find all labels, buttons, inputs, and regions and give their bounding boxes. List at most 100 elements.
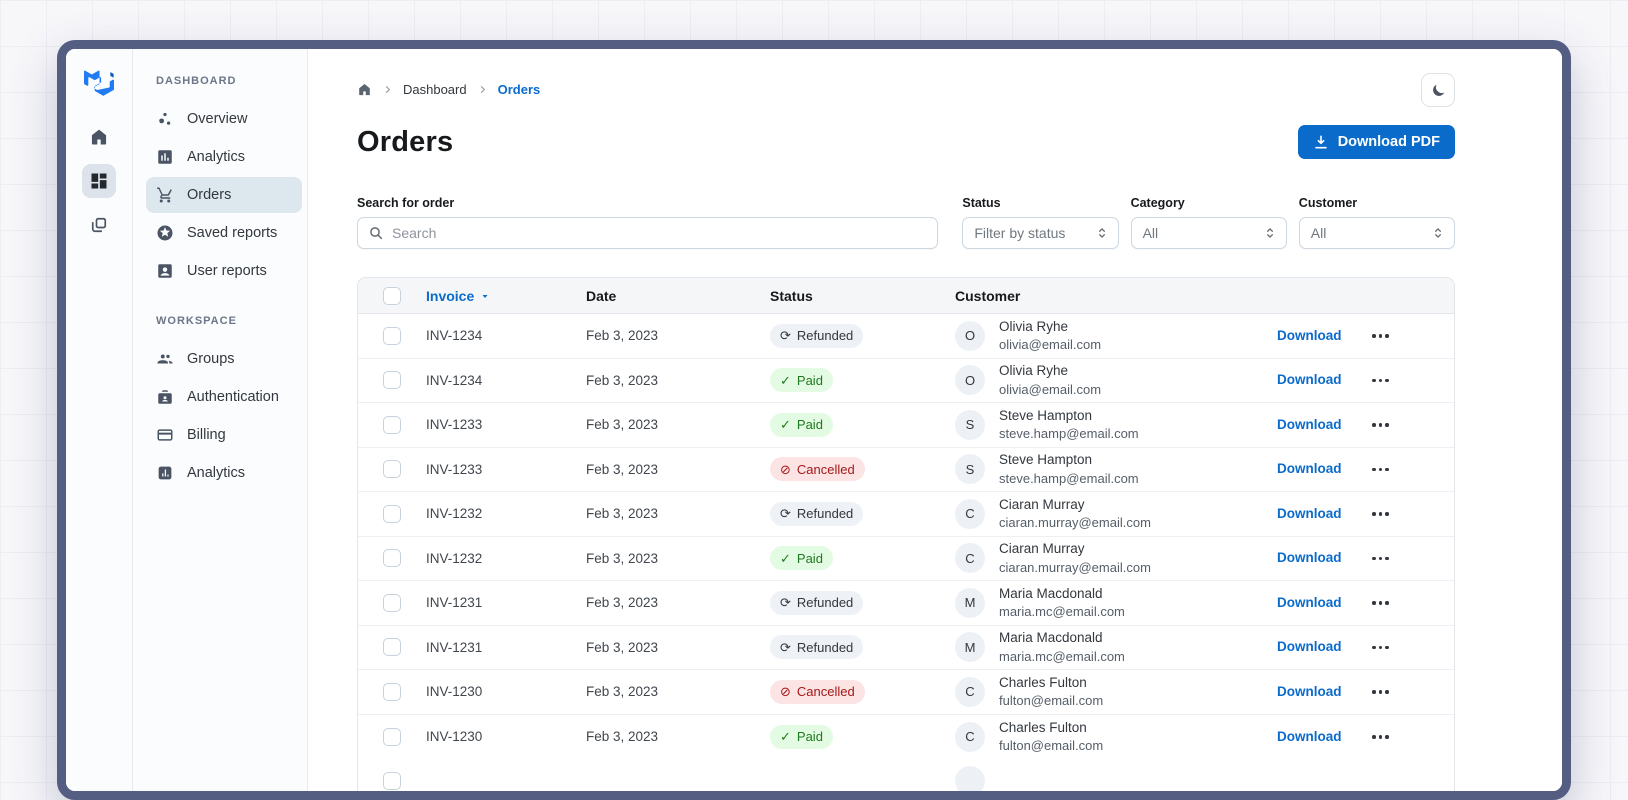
download-link[interactable]: Download [1277,550,1342,565]
column-header-date[interactable]: Date [586,288,770,304]
rail-layers-button[interactable] [82,208,116,242]
row-menu-button[interactable] [1357,467,1454,471]
row-checkbox[interactable] [383,371,401,390]
date-cell: Feb 3, 2023 [586,328,659,344]
breadcrumb-dashboard-link[interactable]: Dashboard [403,82,467,97]
row-checkbox[interactable] [383,460,401,479]
avatar: O [955,320,985,351]
download-link[interactable]: Download [1277,461,1342,476]
row-menu-button[interactable] [1357,690,1454,694]
invoice-cell: INV-1233 [426,417,483,433]
row-checkbox[interactable] [383,682,401,701]
sidebar-item-billing[interactable]: Billing [146,417,302,453]
date-cell: Feb 3, 2023 [586,372,659,388]
status-badge: ⟳ Refunded [770,635,864,660]
scrollbar[interactable] [1565,59,1569,79]
table-row: INV-1231 Feb 3, 2023 ⟳ Refunded M Maria … [358,581,1454,626]
row-menu-button[interactable] [1357,556,1454,560]
status-icon: ⟳ [780,639,791,655]
chevron-right-icon [382,84,393,95]
download-link[interactable]: Download [1277,328,1342,343]
sidebar-item-label: Analytics [187,465,246,481]
search-label: Search for order [357,196,455,210]
row-checkbox[interactable] [383,504,401,523]
download-link[interactable]: Download [1277,684,1342,699]
sidebar-item-orders[interactable]: Orders [146,177,302,213]
row-checkbox[interactable] [383,549,401,568]
download-link[interactable]: Download [1277,506,1342,521]
sidebar-item-analytics-workspace[interactable]: Analytics [146,455,302,491]
groups-icon [156,350,174,368]
credit-card-icon [156,426,174,444]
date-cell: Feb 3, 2023 [586,506,659,522]
download-link[interactable]: Download [1277,417,1342,432]
status-icon: ✓ [780,729,791,745]
customer-filter-select[interactable]: All [1298,217,1456,249]
category-filter-select[interactable]: All [1130,217,1287,249]
breadcrumb-home-icon[interactable] [357,82,372,97]
breadcrumb: Dashboard Orders [357,80,540,97]
download-link[interactable]: Download [1277,595,1342,610]
table-body: INV-1234 Feb 3, 2023 ⟳ Refunded O Olivia… [358,314,1454,759]
select-all-checkbox[interactable] [383,286,401,305]
row-menu-button[interactable] [1357,378,1454,382]
column-header-customer[interactable]: Customer [955,288,1277,304]
sidebar-item-overview[interactable]: Overview [146,101,302,137]
search-field[interactable] [392,225,928,241]
invoice-cell: INV-1230 [426,729,483,745]
sidebar-item-label: Analytics [187,149,246,165]
row-menu-button[interactable] [1357,645,1454,649]
customer-cell: O Olivia Ryhe olivia@email.com [955,318,1277,354]
search-input[interactable] [357,217,939,249]
table-row: INV-1234 Feb 3, 2023 ✓ Paid O Olivia Ryh… [358,358,1454,403]
row-checkbox[interactable] [383,415,401,434]
column-header-invoice[interactable]: Invoice [426,288,586,304]
download-link[interactable]: Download [1277,639,1342,654]
invoice-cell: INV-1231 [426,639,483,655]
table-row: INV-1232 Feb 3, 2023 ⟳ Refunded C Ciaran… [358,492,1454,537]
status-badge: ⊘ Cancelled [770,679,865,704]
sidebar-item-user-reports[interactable]: User reports [146,253,302,289]
dark-mode-toggle[interactable] [1421,73,1455,107]
sidebar-item-groups[interactable]: Groups [146,341,302,377]
sidebar-item-label: User reports [187,263,267,279]
column-header-status[interactable]: Status [770,288,955,304]
row-menu-button[interactable] [1357,601,1454,605]
row-menu-button[interactable] [1357,334,1454,338]
row-checkbox[interactable] [383,638,401,657]
row-checkbox[interactable] [383,326,401,345]
row-checkbox[interactable] [383,772,401,791]
category-filter-label: Category [1130,196,1185,210]
download-pdf-button[interactable]: Download PDF [1297,125,1455,159]
row-checkbox[interactable] [383,593,401,612]
customer-email: ciaran.murray@email.com [999,559,1151,575]
customer-email: maria.mc@email.com [999,648,1125,664]
status-icon: ⟳ [780,328,791,344]
row-menu-button[interactable] [1357,512,1454,516]
rail-home-button[interactable] [82,120,116,154]
customer-name: Maria Macdonald [999,585,1103,601]
avatar: C [955,721,985,752]
bar-chart-icon [156,148,174,166]
status-filter-select[interactable]: Filter by status [962,217,1119,249]
customer-email: ciaran.murray@email.com [999,515,1151,531]
sidebar-item-saved-reports[interactable]: Saved reports [146,215,302,251]
customer-cell: M Maria Macdonald maria.mc@email.com [955,585,1277,621]
sidebar-item-label: Saved reports [187,225,278,241]
status-icon: ⟳ [780,595,791,611]
invoice-cell: INV-1230 [426,684,483,700]
row-checkbox[interactable] [383,727,401,746]
row-menu-button[interactable] [1357,423,1454,427]
layers-icon [91,217,107,233]
customer-cell: S Steve Hampton steve.hamp@email.com [955,451,1277,487]
download-link[interactable]: Download [1277,372,1342,387]
customer-email: olivia@email.com [999,337,1102,353]
sidebar-item-analytics[interactable]: Analytics [146,139,302,175]
rail-dashboard-button[interactable] [82,164,116,198]
download-link[interactable]: Download [1277,729,1342,744]
sidebar-item-label: Groups [187,351,235,367]
status-badge: ✓ Paid [770,412,833,437]
row-menu-button[interactable] [1357,735,1454,739]
search-icon [368,225,384,241]
sidebar-item-authentication[interactable]: Authentication [146,379,302,415]
